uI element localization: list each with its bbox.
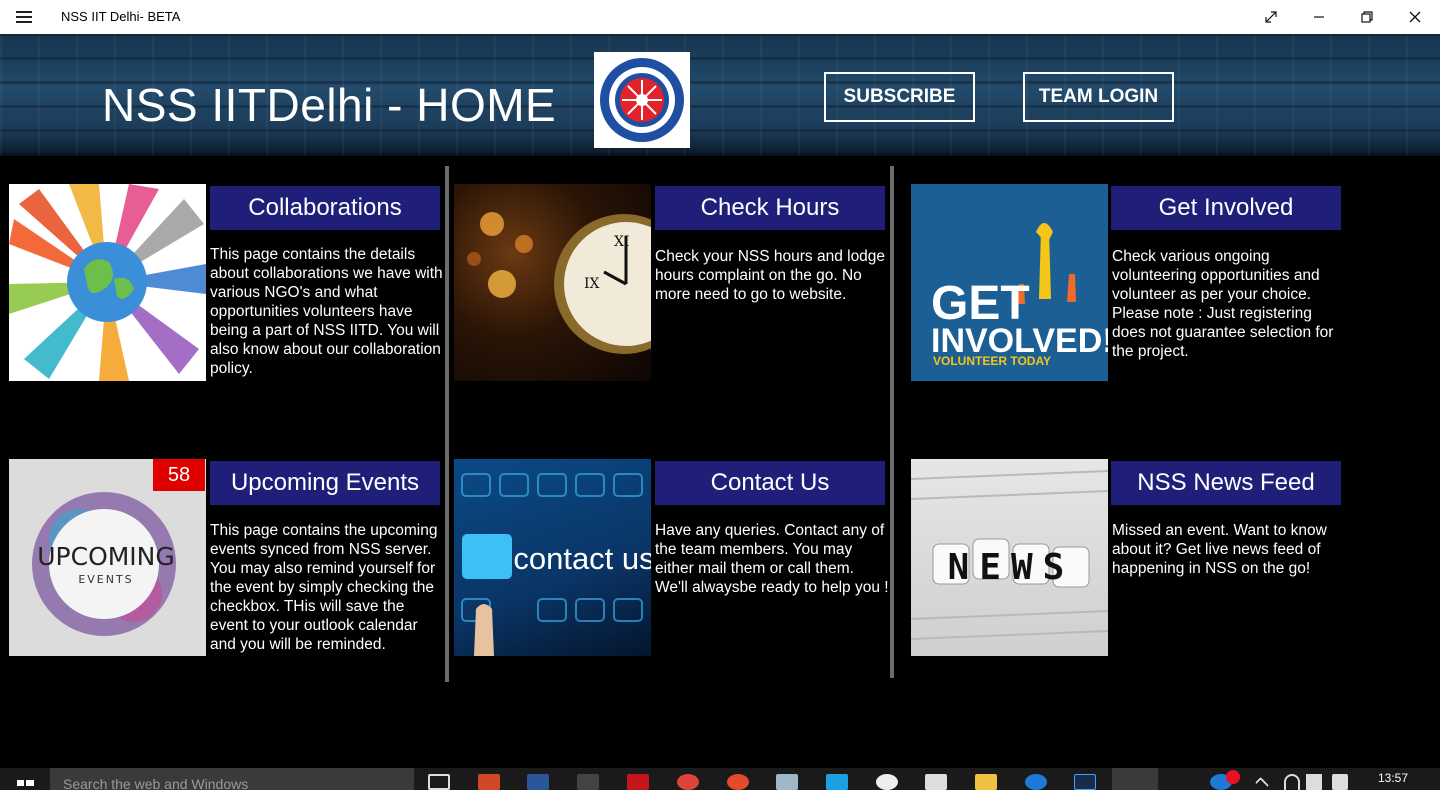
check-hours-description: Check your NSS hours and lodge hours com…	[655, 248, 886, 303]
check-hours-title[interactable]: Check Hours	[655, 186, 885, 230]
svg-text:NEWS: NEWS	[948, 547, 1075, 588]
app-icon[interactable]	[577, 774, 599, 790]
collaborations-description: This page contains the details about col…	[210, 246, 443, 377]
word-icon[interactable]	[527, 774, 549, 790]
collaborations-title[interactable]: Collaborations	[210, 186, 440, 230]
contact-us-title[interactable]: Contact Us	[655, 461, 885, 505]
taskbar-search-input[interactable]: Search the web and Windows	[50, 768, 414, 790]
chevron-up-icon[interactable]	[1254, 776, 1270, 790]
news-feed-image[interactable]: NEWS	[911, 459, 1108, 656]
chrome-icon[interactable]	[677, 774, 699, 790]
svg-text:contact us: contact us	[513, 541, 651, 576]
news-feed-description: Missed an event. Want to know about it? …	[1112, 522, 1327, 577]
upcoming-events-title[interactable]: Upcoming Events	[210, 461, 440, 505]
close-icon[interactable]	[1392, 0, 1438, 34]
acrobat-icon[interactable]	[627, 774, 649, 790]
get-involved-title[interactable]: Get Involved	[1111, 186, 1341, 230]
collaborations-image[interactable]	[9, 184, 206, 381]
hamburger-icon[interactable]	[16, 11, 32, 23]
check-hours-image[interactable]: XI IX	[454, 184, 651, 381]
app-icon[interactable]	[727, 774, 749, 790]
minimize-icon[interactable]	[1296, 0, 1342, 34]
fullscreen-icon[interactable]	[1248, 0, 1294, 34]
file-explorer-icon[interactable]	[975, 774, 997, 790]
column-divider	[445, 166, 449, 682]
upcoming-events-description: This page contains the upcoming events s…	[210, 522, 438, 653]
windows-start-icon[interactable]	[0, 768, 50, 790]
contact-us-description: Have any queries. Contact any of the tea…	[655, 522, 889, 596]
taskbar: Search the web and Windows 13:57	[0, 768, 1440, 790]
column-divider	[890, 166, 894, 678]
app-icon[interactable]	[776, 774, 798, 790]
alert-icon	[1226, 770, 1240, 784]
powerpoint-icon[interactable]	[478, 774, 500, 790]
window-title: NSS IIT Delhi- BETA	[61, 9, 181, 24]
events-count-badge: 58	[153, 459, 205, 491]
app-icon[interactable]	[876, 774, 898, 790]
taskbar-clock[interactable]: 13:57	[1378, 771, 1408, 785]
contact-us-image[interactable]: contact us	[454, 459, 651, 656]
nss-emblem-icon	[600, 58, 684, 142]
svg-text:XI: XI	[614, 234, 630, 250]
action-center-icon[interactable]	[1332, 774, 1348, 790]
svg-text:UPCOMING: UPCOMING	[37, 542, 175, 571]
store-icon[interactable]	[925, 774, 947, 790]
wifi-icon[interactable]	[1284, 774, 1300, 790]
active-app-icon[interactable]	[1112, 768, 1158, 790]
header-banner: NSS IITDelhi - HOME SUBSCRIBE TEAM LOGIN	[0, 34, 1440, 156]
svg-text:VOLUNTEER TODAY: VOLUNTEER TODAY	[933, 354, 1051, 368]
page-title: NSS IITDelhi - HOME	[102, 79, 557, 131]
svg-text:IX: IX	[584, 276, 600, 292]
subscribe-button[interactable]: SUBSCRIBE	[824, 72, 975, 122]
news-feed-title[interactable]: NSS News Feed	[1111, 461, 1341, 505]
title-bar: NSS IIT Delhi- BETA	[0, 0, 1440, 34]
task-view-icon[interactable]	[428, 774, 450, 790]
nss-logo	[594, 52, 690, 148]
photoshop-icon[interactable]	[1074, 774, 1096, 790]
get-involved-image[interactable]: GET INVOLVED! VOLUNTEER TODAY	[911, 184, 1108, 381]
restore-icon[interactable]	[1344, 0, 1390, 34]
get-involved-description: Check various ongoing volunteering oppor…	[1112, 248, 1334, 360]
svg-text:EVENTS: EVENTS	[78, 573, 133, 586]
team-login-button[interactable]: TEAM LOGIN	[1023, 72, 1174, 122]
edge-icon[interactable]	[1025, 774, 1047, 790]
skype-icon[interactable]	[826, 774, 848, 790]
volume-icon[interactable]	[1306, 774, 1322, 790]
